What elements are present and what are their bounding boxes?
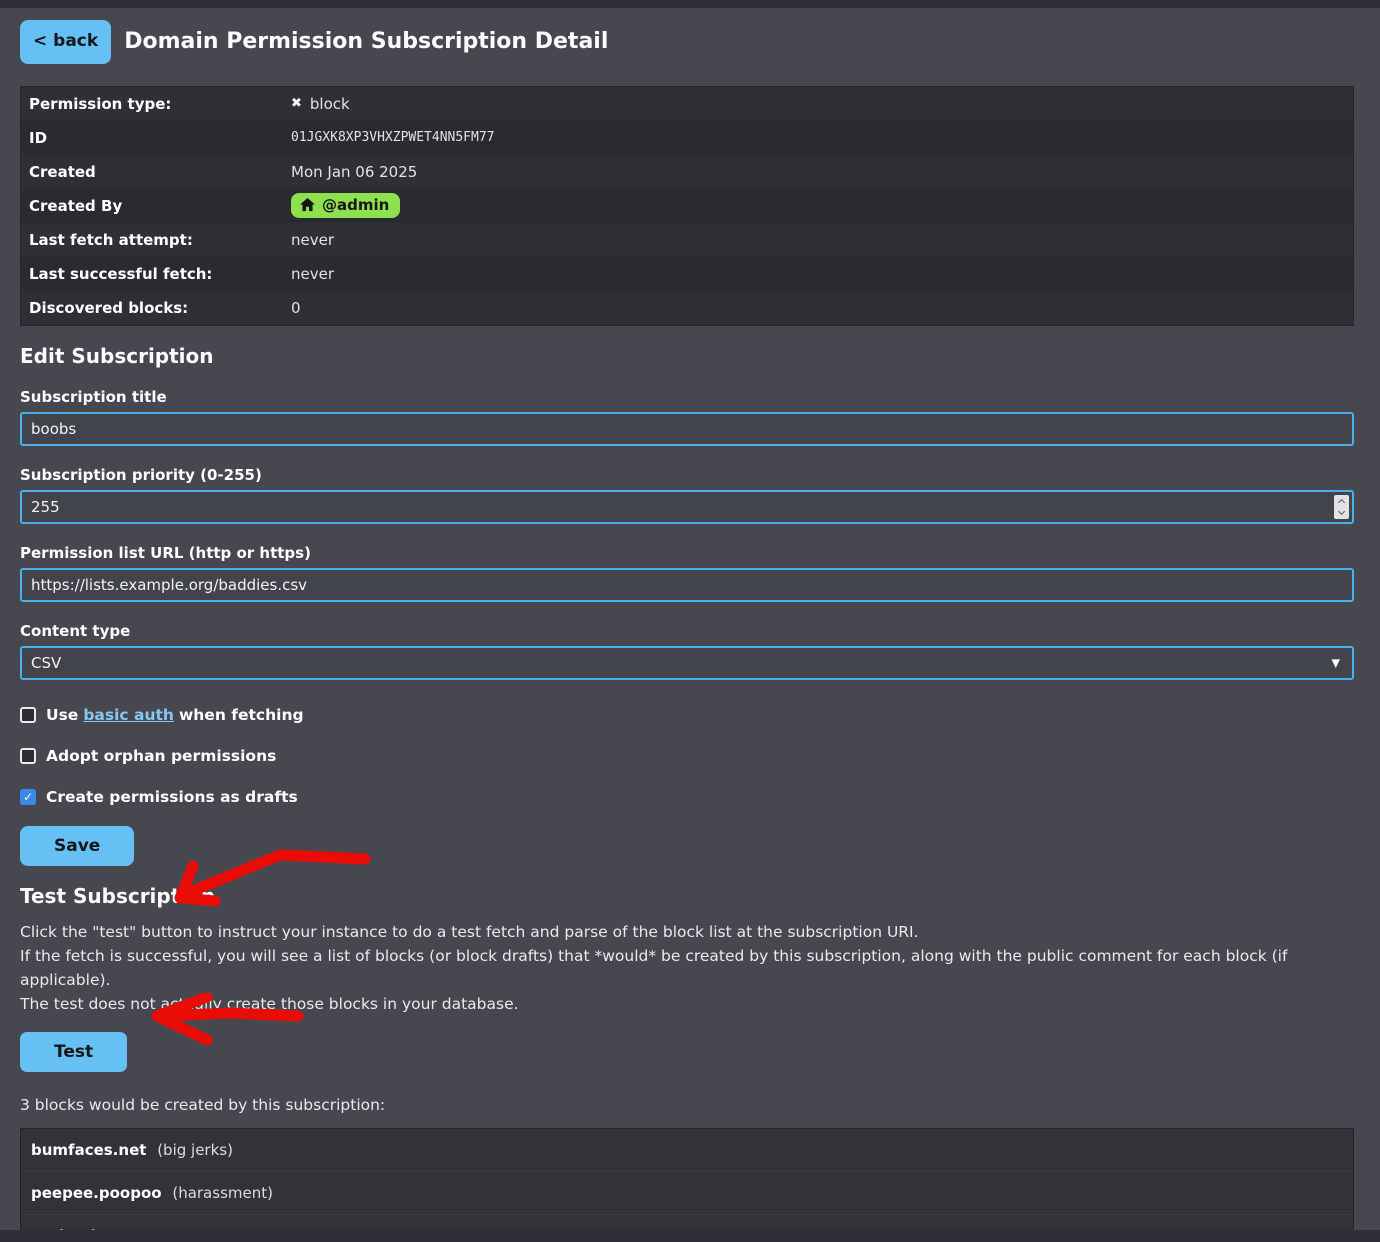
table-row-discovered-blocks: Discovered blocks: 0 — [21, 291, 1353, 325]
basic-auth-link[interactable]: basic auth — [83, 706, 174, 724]
block-comment: (big jerks) — [157, 1141, 233, 1159]
subscription-priority-label: Subscription priority (0-255) — [20, 466, 1354, 484]
page-header: < back Domain Permission Subscription De… — [20, 20, 1354, 64]
block-domain: nothanks.com — [31, 1227, 150, 1230]
table-row-last-fetch-attempt: Last fetch attempt: never — [21, 223, 1353, 257]
stepper-down-icon[interactable] — [1338, 508, 1345, 515]
content-type-label: Content type — [20, 622, 1354, 640]
created-date-value: Mon Jan 06 2025 — [291, 163, 417, 181]
test-button[interactable]: Test — [20, 1032, 127, 1072]
page-title: Domain Permission Subscription Detail — [124, 29, 608, 54]
row-label: Created — [29, 163, 291, 181]
basic-auth-checkbox-row: Use basic auth when fetching — [20, 706, 1354, 724]
edit-subscription-heading: Edit Subscription — [20, 344, 1354, 368]
test-description-line: The test does not actually create those … — [20, 992, 1354, 1016]
test-description: Click the "test" button to instruct your… — [20, 920, 1354, 1016]
row-label: Last fetch attempt: — [29, 231, 291, 249]
basic-auth-checkbox[interactable] — [20, 707, 36, 723]
block-domain: bumfaces.net — [31, 1141, 146, 1159]
discovered-blocks-value: 0 — [291, 299, 301, 317]
row-value: ✖ block — [291, 95, 350, 113]
table-row-created-by: Created By @admin — [21, 189, 1353, 223]
permission-type-value: block — [310, 95, 350, 113]
row-label: Created By — [29, 197, 291, 215]
chevron-down-icon: ▼ — [1332, 656, 1340, 669]
subscription-details-table: Permission type: ✖ block ID 01JGXK8XP3VH… — [20, 86, 1354, 326]
adopt-orphans-checkbox[interactable] — [20, 748, 36, 764]
basic-auth-label-suffix: when fetching — [179, 706, 304, 724]
created-by-admin-badge[interactable]: @admin — [291, 193, 400, 218]
test-result-blocks-list: bumfaces.net (big jerks) peepee.poopoo (… — [20, 1128, 1354, 1230]
stepper-up-icon[interactable] — [1338, 499, 1345, 506]
basic-auth-label-prefix: Use — [46, 706, 78, 724]
create-drafts-checkbox-row: ✓ Create permissions as drafts — [20, 788, 1354, 806]
row-label: Last successful fetch: — [29, 265, 291, 283]
row-label: Permission type: — [29, 95, 291, 113]
domain-permission-subscription-detail-page: < back Domain Permission Subscription De… — [0, 8, 1380, 1230]
number-stepper[interactable] — [1334, 495, 1349, 519]
block-comment: (harassment) — [172, 1184, 273, 1202]
list-item: peepee.poopoo (harassment) — [21, 1171, 1353, 1214]
subscription-priority-input[interactable] — [20, 490, 1354, 524]
test-description-line: Click the "test" button to instruct your… — [20, 920, 1354, 944]
permission-list-url-label: Permission list URL (http or https) — [20, 544, 1354, 562]
table-row-id: ID 01JGXK8XP3VHXZPWET4NN5FM77 — [21, 121, 1353, 155]
last-fetch-attempt-value: never — [291, 231, 334, 249]
list-item: bumfaces.net (big jerks) — [21, 1129, 1353, 1171]
content-type-selected-value: CSV — [31, 654, 61, 672]
row-label: Discovered blocks: — [29, 299, 291, 317]
test-description-line: If the fetch is successful, you will see… — [20, 944, 1354, 992]
table-row-permission-type: Permission type: ✖ block — [21, 87, 1353, 121]
block-domain: peepee.poopoo — [31, 1184, 162, 1202]
basic-auth-checkbox-label: Use basic auth when fetching — [46, 706, 304, 724]
table-row-created: Created Mon Jan 06 2025 — [21, 155, 1353, 189]
table-row-last-successful-fetch: Last successful fetch: never — [21, 257, 1353, 291]
content-type-select[interactable]: CSV ▼ — [20, 646, 1354, 680]
subscription-id-value: 01JGXK8XP3VHXZPWET4NN5FM77 — [291, 130, 495, 145]
test-result-summary: 3 blocks would be created by this subscr… — [20, 1096, 1354, 1114]
create-drafts-checkbox[interactable]: ✓ — [20, 789, 36, 805]
created-by-username: @admin — [322, 196, 389, 214]
list-item: nothanks.com — [21, 1214, 1353, 1230]
home-icon — [300, 198, 315, 212]
last-successful-fetch-value: never — [291, 265, 334, 283]
adopt-orphans-checkbox-label: Adopt orphan permissions — [46, 747, 276, 765]
subscription-title-input[interactable] — [20, 412, 1354, 446]
subscription-title-label: Subscription title — [20, 388, 1354, 406]
row-value: @admin — [291, 193, 400, 218]
back-button[interactable]: < back — [20, 20, 111, 64]
create-drafts-checkbox-label: Create permissions as drafts — [46, 788, 298, 806]
save-button[interactable]: Save — [20, 826, 134, 866]
adopt-orphans-checkbox-row: Adopt orphan permissions — [20, 747, 1354, 765]
permission-list-url-input[interactable] — [20, 568, 1354, 602]
test-subscription-heading: Test Subscription — [20, 884, 1354, 908]
block-x-icon: ✖ — [291, 96, 302, 111]
row-label: ID — [29, 129, 291, 147]
